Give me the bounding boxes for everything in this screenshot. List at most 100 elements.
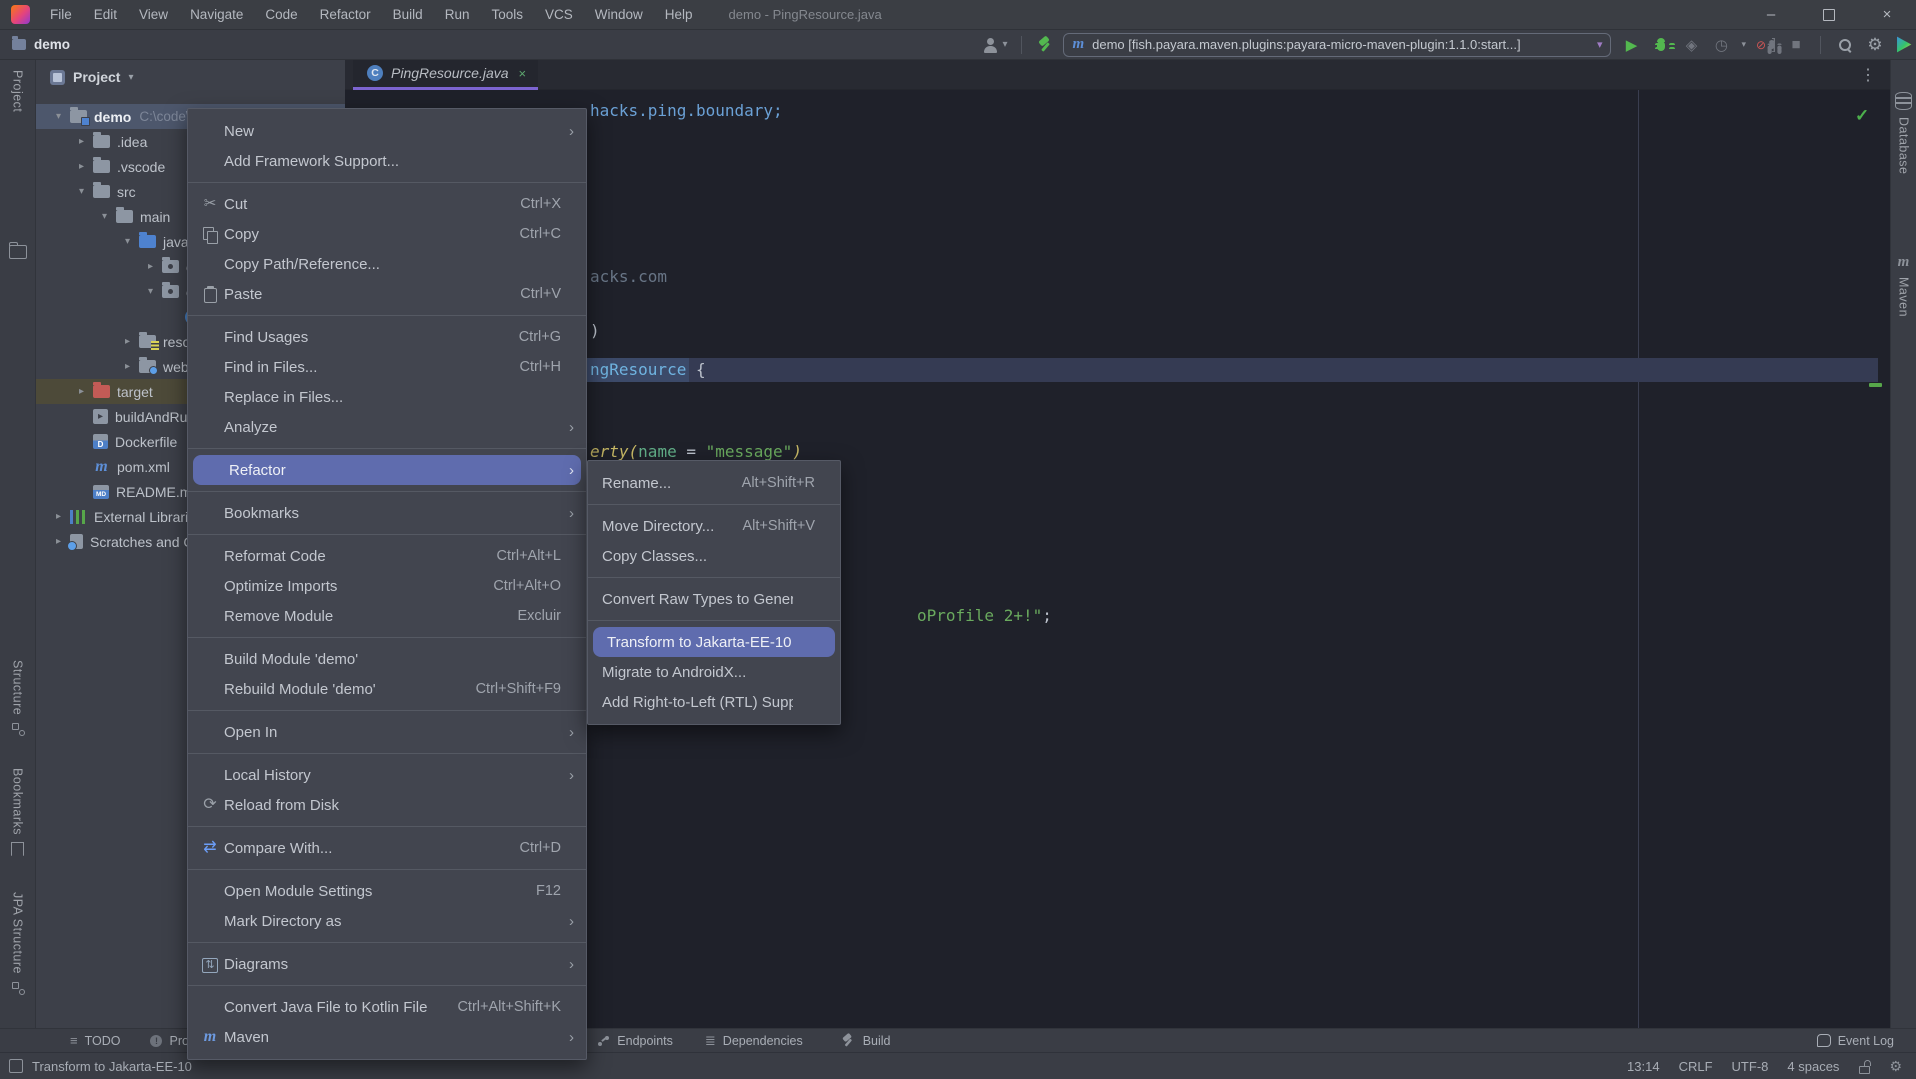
- tree-chevron-icon[interactable]: ▾: [50, 111, 67, 122]
- tool-button-project[interactable]: Project: [0, 70, 35, 112]
- stop-button[interactable]: ■: [1786, 35, 1806, 55]
- menu-item[interactable]: Cut Ctrl+X: [188, 189, 586, 219]
- menu-item[interactable]: Add Framework Support...: [188, 146, 586, 176]
- menu-bar-item[interactable]: Build: [383, 7, 433, 22]
- menu-item[interactable]: [188, 176, 586, 189]
- attach-debugger-button[interactable]: ⊘]: [1756, 35, 1776, 55]
- run-button[interactable]: ▶: [1621, 35, 1641, 55]
- debug-button[interactable]: [1651, 35, 1671, 55]
- tree-chevron-icon[interactable]: ▸: [73, 386, 90, 397]
- minimize-button[interactable]: –: [1742, 0, 1800, 29]
- menu-bar-item[interactable]: Refactor: [310, 7, 381, 22]
- vcs-user-button[interactable]: ▾: [983, 37, 1008, 53]
- chevron-down-icon[interactable]: ▾: [1741, 39, 1746, 50]
- menu-item[interactable]: [588, 498, 840, 511]
- menu-item[interactable]: Analyze ›: [188, 412, 586, 442]
- menu-item[interactable]: [188, 704, 586, 717]
- menu-bar-item[interactable]: View: [129, 7, 178, 22]
- menu-item[interactable]: Open Module Settings F12: [188, 876, 586, 906]
- tool-button-bookmarks[interactable]: Bookmarks: [0, 768, 35, 856]
- tree-chevron-icon[interactable]: ▾: [142, 286, 159, 297]
- menu-bar-item[interactable]: Code: [255, 7, 307, 22]
- tool-button-maven[interactable]: m Maven: [1891, 255, 1916, 317]
- tree-chevron-icon[interactable]: ▸: [73, 136, 90, 147]
- menu-item[interactable]: [188, 820, 586, 833]
- menu-item[interactable]: Migrate to AndroidX...: [588, 657, 840, 687]
- settings-button[interactable]: ⚙: [1865, 35, 1885, 55]
- tree-chevron-icon[interactable]: ▸: [73, 161, 90, 172]
- menu-item[interactable]: Find in Files... Ctrl+H: [188, 352, 586, 382]
- menu-bar-item[interactable]: Window: [585, 7, 653, 22]
- build-hammer-icon[interactable]: [1036, 36, 1053, 53]
- gear-notification-icon[interactable]: ⚙: [1889, 1058, 1902, 1075]
- tree-chevron-icon[interactable]: ▸: [119, 336, 136, 347]
- menu-item[interactable]: Compare With... Ctrl+D: [188, 833, 586, 863]
- menu-bar-item[interactable]: Navigate: [180, 7, 253, 22]
- menu-bar-item[interactable]: Tools: [481, 7, 533, 22]
- profiler-button[interactable]: ◷: [1711, 35, 1731, 55]
- search-everywhere-button[interactable]: [1835, 35, 1855, 55]
- tree-chevron-icon[interactable]: ▾: [96, 211, 113, 222]
- tree-chevron-icon[interactable]: ▸: [142, 261, 159, 272]
- menu-bar-item[interactable]: File: [40, 7, 82, 22]
- menu-item[interactable]: Optimize Imports Ctrl+Alt+O: [188, 571, 586, 601]
- close-button[interactable]: ×: [1858, 0, 1916, 29]
- menu-item[interactable]: [188, 747, 586, 760]
- menu-item[interactable]: Rename... Alt+Shift+R: [588, 468, 840, 498]
- project-breadcrumb[interactable]: demo: [12, 37, 70, 52]
- menu-item[interactable]: Copy Classes...: [588, 541, 840, 571]
- menu-item[interactable]: Local History ›: [188, 760, 586, 790]
- menu-item[interactable]: Add Right-to-Left (RTL) Support...: [588, 687, 840, 717]
- tool-button-event-log[interactable]: Event Log: [1817, 1034, 1894, 1048]
- indent-setting[interactable]: 4 spaces: [1787, 1059, 1839, 1074]
- menu-bar-item[interactable]: Run: [435, 7, 480, 22]
- menu-item[interactable]: Move Directory... Alt+Shift+V: [588, 511, 840, 541]
- menu-item[interactable]: [188, 979, 586, 992]
- menu-item[interactable]: New ›: [188, 116, 586, 146]
- tool-button-jpa-structure[interactable]: JPA Structure: [0, 892, 35, 995]
- menu-item[interactable]: Mark Directory as ›: [188, 906, 586, 936]
- menu-bar-item[interactable]: Edit: [84, 7, 127, 22]
- menu-item[interactable]: Convert Java File to Kotlin File Ctrl+Al…: [188, 992, 586, 1022]
- menu-item[interactable]: Replace in Files...: [188, 382, 586, 412]
- menu-bar-item[interactable]: VCS: [535, 7, 583, 22]
- menu-item[interactable]: Rebuild Module 'demo' Ctrl+Shift+F9: [188, 674, 586, 704]
- menu-item[interactable]: Build Module 'demo': [188, 644, 586, 674]
- menu-item[interactable]: Reload from Disk: [188, 790, 586, 820]
- menu-item[interactable]: Reformat Code Ctrl+Alt+L: [188, 541, 586, 571]
- tree-chevron-icon[interactable]: ▸: [50, 536, 67, 547]
- menu-item[interactable]: [188, 631, 586, 644]
- menu-item[interactable]: Open In ›: [188, 717, 586, 747]
- tree-chevron-icon[interactable]: ▸: [119, 361, 136, 372]
- tool-button-build[interactable]: Build: [839, 1032, 891, 1049]
- menu-item[interactable]: Refactor ›: [193, 455, 581, 485]
- menu-item[interactable]: Diagrams ›: [188, 949, 586, 979]
- tool-button-structure[interactable]: Structure: [0, 660, 35, 736]
- menu-item[interactable]: Convert Raw Types to Generics...: [588, 584, 840, 614]
- maximize-button[interactable]: [1800, 0, 1858, 29]
- menu-item[interactable]: [188, 485, 586, 498]
- caret-position[interactable]: 13:14: [1627, 1059, 1660, 1074]
- tree-chevron-icon[interactable]: ▾: [119, 236, 136, 247]
- run-configuration-select[interactable]: m demo [fish.payara.maven.plugins:payara…: [1063, 33, 1611, 57]
- menu-item[interactable]: [188, 309, 586, 322]
- file-encoding[interactable]: UTF-8: [1732, 1059, 1769, 1074]
- tree-chevron-icon[interactable]: ▾: [73, 186, 90, 197]
- tab-options-icon[interactable]: ⋮: [1860, 65, 1876, 85]
- menu-item[interactable]: Copy Ctrl+C: [188, 219, 586, 249]
- run-with-coverage-button[interactable]: ◈: [1681, 35, 1701, 55]
- menu-item[interactable]: [188, 936, 586, 949]
- menu-item[interactable]: Copy Path/Reference...: [188, 249, 586, 279]
- tool-button-dependencies[interactable]: ≣ Dependencies: [705, 1033, 803, 1049]
- tool-button-todo[interactable]: ≡ TODO: [70, 1033, 120, 1048]
- menu-item[interactable]: Find Usages Ctrl+G: [188, 322, 586, 352]
- menu-item[interactable]: Remove Module Excluir: [188, 601, 586, 631]
- menu-item[interactable]: Bookmarks ›: [188, 498, 586, 528]
- tool-button-endpoints[interactable]: Endpoints: [597, 1034, 673, 1048]
- menu-item[interactable]: Transform to Jakarta-EE-10: [593, 627, 835, 657]
- menu-item[interactable]: Paste Ctrl+V: [188, 279, 586, 309]
- menu-item[interactable]: [188, 863, 586, 876]
- tree-chevron-icon[interactable]: ▸: [50, 511, 67, 522]
- menu-item[interactable]: [588, 571, 840, 584]
- inspections-ok-icon[interactable]: ✓: [1855, 106, 1869, 126]
